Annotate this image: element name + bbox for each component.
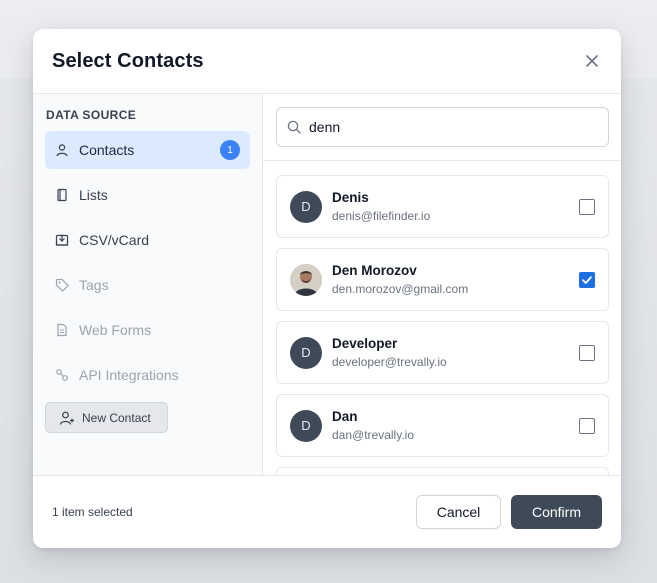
section-label: DATA SOURCE (46, 108, 137, 122)
confirm-button[interactable]: Confirm (511, 495, 602, 529)
contact-card-denis[interactable]: D Denis denis@filefinder.io (276, 175, 609, 238)
sidebar-item-label: Lists (79, 187, 108, 203)
contact-info: Denis denis@filefinder.io (332, 190, 579, 223)
sidebar-item-api-integrations: API Integrations (45, 356, 250, 394)
search-icon (287, 120, 301, 134)
select-checkbox[interactable] (579, 271, 595, 288)
data-source-sidebar: DATA SOURCE Contacts 1 Lists CSV/vCard T… (33, 94, 263, 475)
new-contact-button[interactable]: New Contact (45, 402, 168, 433)
avatar-photo (290, 263, 322, 296)
sidebar-item-contacts[interactable]: Contacts 1 (45, 131, 250, 169)
sidebar-item-label: Web Forms (79, 322, 152, 338)
selected-count: 1 item selected (52, 505, 133, 519)
sidebar-item-label: Tags (79, 277, 109, 293)
contact-email: denis@filefinder.io (332, 209, 431, 223)
contact-info: Dan dan@trevally.io (332, 409, 579, 442)
import-icon (55, 233, 69, 247)
select-checkbox[interactable] (579, 344, 595, 361)
select-contacts-modal: Select Contacts DATA SOURCE Contacts 1 L… (33, 29, 621, 548)
contact-email: dan@trevally.io (332, 428, 414, 442)
document-icon (55, 323, 69, 337)
contact-info: Developer developer@trevally.io (332, 336, 579, 369)
contact-card-developer[interactable]: D Developer developer@trevally.io (276, 321, 609, 384)
avatar: D (290, 409, 322, 442)
new-contact-label: New Contact (82, 410, 151, 425)
footer-actions: Cancel Confirm (416, 495, 602, 529)
link-icon (55, 368, 69, 382)
search-area (263, 94, 621, 161)
avatar: D (290, 336, 322, 369)
contact-name: Developer (332, 336, 398, 351)
contact-name: Den Morozov (332, 263, 417, 278)
contact-card-partial[interactable] (276, 467, 609, 475)
contact-name: Denis (332, 190, 369, 205)
checkmark-icon (582, 275, 592, 284)
modal-body: DATA SOURCE Contacts 1 Lists CSV/vCard T… (33, 94, 621, 476)
contact-info: Den Morozov den.morozov@gmail.com (332, 263, 579, 296)
avatar: D (290, 190, 322, 223)
sidebar-item-lists[interactable]: Lists (45, 176, 250, 214)
modal-title: Select Contacts (52, 49, 204, 72)
select-checkbox[interactable] (579, 417, 595, 434)
sidebar-item-label: Contacts (79, 142, 135, 158)
contact-list: D Denis denis@filefinder.io Den Morozov … (263, 161, 621, 475)
contact-email: developer@trevally.io (332, 355, 447, 369)
sidebar-item-web-forms: Web Forms (45, 311, 250, 349)
search-input[interactable] (309, 119, 598, 135)
contact-card-dan[interactable]: D Dan dan@trevally.io (276, 394, 609, 457)
list-book-icon (55, 188, 69, 202)
count-badge: 1 (220, 140, 240, 160)
contacts-panel: D Denis denis@filefinder.io (263, 94, 621, 475)
contact-card-den-morozov[interactable]: Den Morozov den.morozov@gmail.com (276, 248, 609, 311)
tag-icon (55, 278, 69, 292)
close-icon (586, 55, 598, 67)
contact-name: Dan (332, 409, 358, 424)
modal-footer: 1 item selected Cancel Confirm (33, 476, 621, 548)
close-button[interactable] (581, 50, 603, 72)
sidebar-item-tags: Tags (45, 266, 250, 304)
modal-header: Select Contacts (33, 29, 621, 94)
cancel-button[interactable]: Cancel (416, 495, 501, 529)
select-checkbox[interactable] (579, 198, 595, 215)
sidebar-item-csv-vcard[interactable]: CSV/vCard (45, 221, 250, 259)
search-box[interactable] (276, 107, 609, 147)
sidebar-item-label: API Integrations (79, 367, 179, 383)
contact-email: den.morozov@gmail.com (332, 282, 469, 296)
sidebar-item-label: CSV/vCard (79, 232, 150, 248)
user-icon (55, 143, 69, 157)
add-user-icon (59, 410, 75, 426)
